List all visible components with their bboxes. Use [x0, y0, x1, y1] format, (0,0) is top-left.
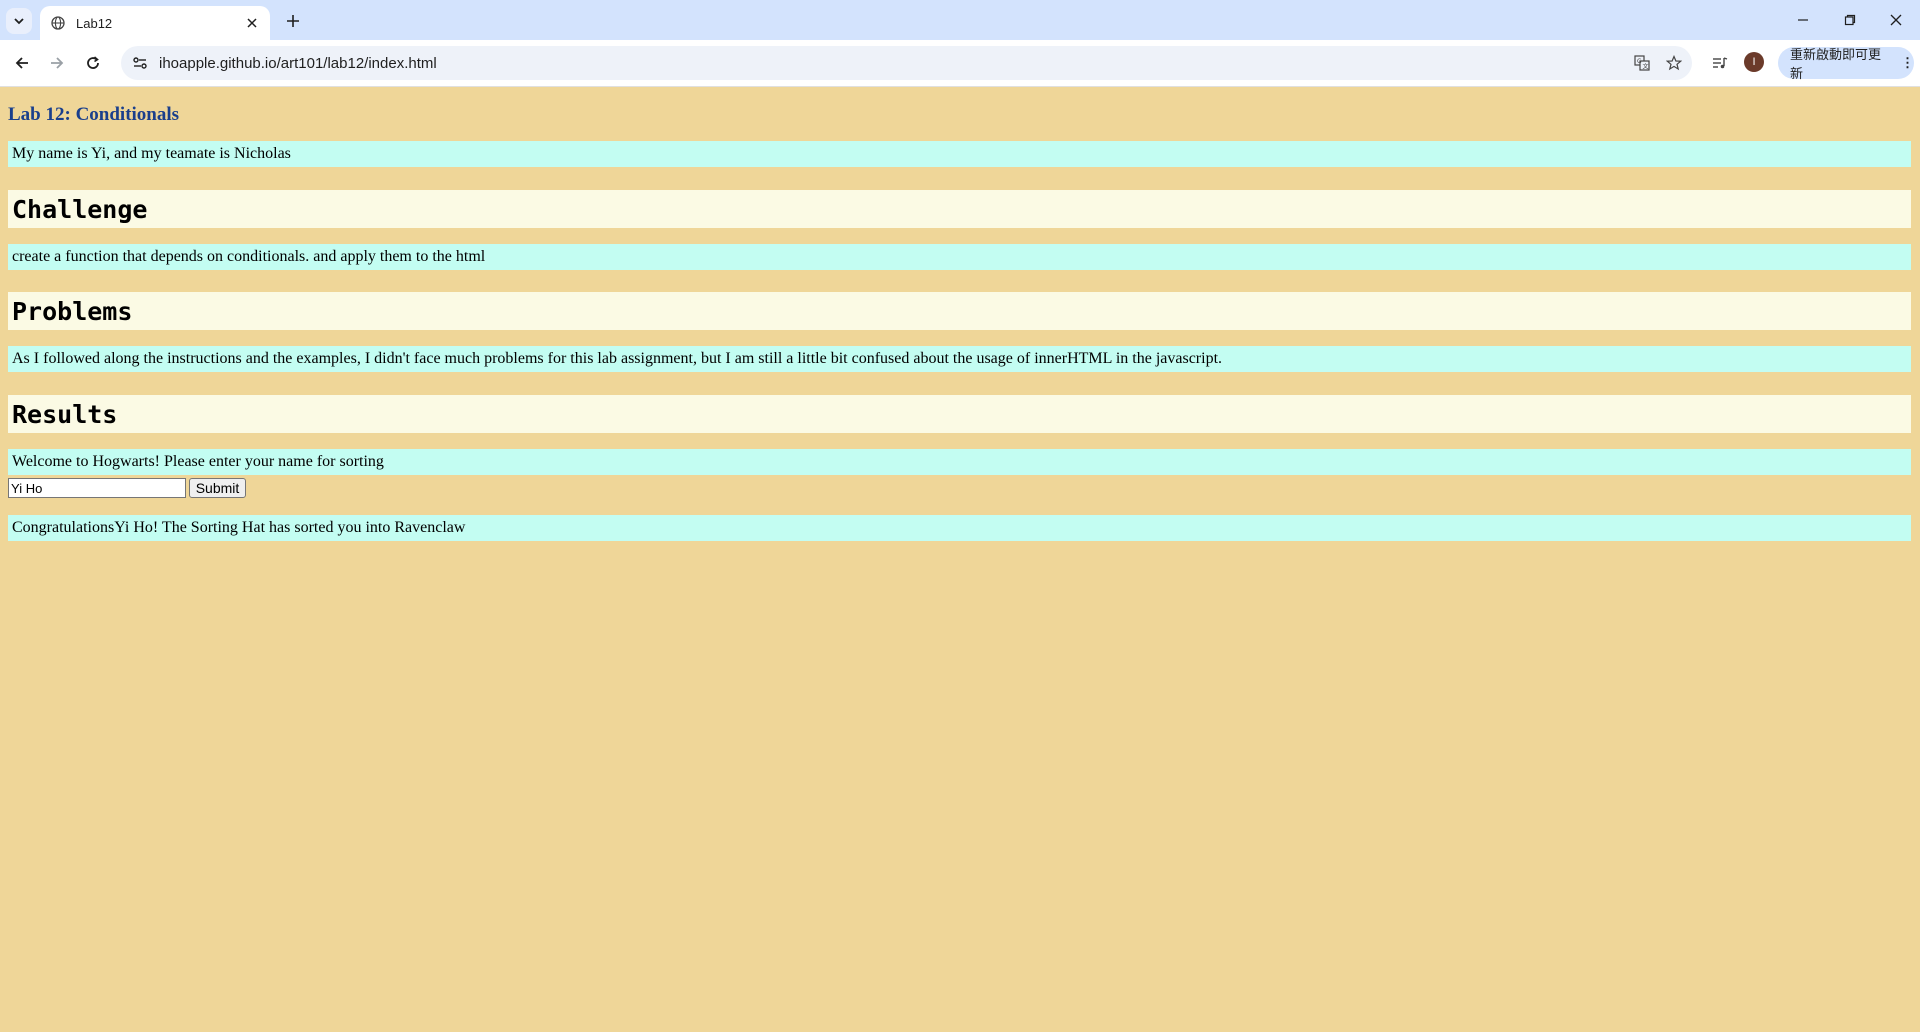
intro-text: My name is Yi, and my teamate is Nichola…	[12, 145, 291, 162]
problems-heading-text: Problems	[12, 296, 133, 326]
minimize-icon	[1798, 19, 1808, 21]
name-input[interactable]	[8, 478, 186, 498]
forward-button[interactable]	[41, 47, 73, 79]
restore-icon	[1844, 14, 1856, 26]
arrow-left-icon	[15, 57, 28, 69]
results-text: Welcome to Hogwarts! Please enter your n…	[12, 453, 384, 470]
page-content: Lab 12: Conditionals My name is Yi, and …	[0, 87, 1920, 1032]
challenge-heading: Challenge	[8, 190, 1911, 228]
tab-strip: Lab12	[0, 0, 1920, 40]
minimize-button[interactable]	[1780, 0, 1826, 40]
url-text[interactable]: ihoapple.github.io/art101/lab12/index.ht…	[159, 55, 1628, 72]
challenge-heading-text: Challenge	[12, 194, 148, 224]
chevron-down-icon	[14, 18, 24, 25]
results-heading-text: Results	[12, 399, 118, 429]
problems-text: As I followed along the instructions and…	[12, 350, 1223, 367]
bookmark-star-icon[interactable]	[1660, 49, 1688, 77]
update-label: 重新啟動即可更新	[1790, 47, 1882, 81]
svg-text:G: G	[1637, 58, 1642, 65]
close-window-button[interactable]	[1873, 0, 1919, 40]
results-paragraph: Welcome to Hogwarts! Please enter your n…	[8, 449, 1911, 475]
problems-heading: Problems	[8, 292, 1911, 330]
update-restart-button[interactable]: 重新啟動即可更新 ⋮	[1778, 47, 1914, 81]
close-icon	[1890, 14, 1902, 26]
plus-icon	[287, 15, 299, 27]
svg-text:文: 文	[1643, 63, 1649, 71]
intro-paragraph: My name is Yi, and my teamate is Nichola…	[8, 141, 1911, 167]
browser-tab[interactable]: Lab12	[40, 6, 270, 40]
arrow-right-icon	[51, 57, 64, 69]
back-button[interactable]	[6, 47, 38, 79]
close-tab-icon[interactable]	[242, 13, 262, 33]
browser-toolbar: ihoapple.github.io/art101/lab12/index.ht…	[0, 40, 1920, 87]
challenge-text: create a function that depends on condit…	[12, 248, 486, 265]
more-menu-icon[interactable]: ⋮	[1901, 55, 1914, 71]
new-tab-button[interactable]	[280, 8, 306, 34]
tab-title: Lab12	[76, 15, 113, 31]
reload-icon	[87, 56, 99, 69]
submit-button[interactable]: Submit	[189, 478, 246, 498]
tab-search-button[interactable]	[6, 8, 32, 34]
media-control-icon[interactable]	[1706, 49, 1734, 77]
challenge-paragraph: create a function that depends on condit…	[8, 244, 1911, 270]
problems-paragraph: As I followed along the instructions and…	[8, 346, 1911, 372]
page-title: Lab 12: Conditionals	[8, 104, 180, 125]
profile-initial: I	[1752, 56, 1756, 68]
site-info-icon[interactable]	[131, 54, 149, 72]
sorting-output-text: CongratulationsYi Ho! The Sorting Hat ha…	[12, 519, 466, 536]
sorting-output: CongratulationsYi Ho! The Sorting Hat ha…	[8, 515, 1911, 541]
globe-icon	[50, 15, 66, 31]
address-bar[interactable]: ihoapple.github.io/art101/lab12/index.ht…	[121, 46, 1692, 80]
reload-button[interactable]	[77, 47, 109, 79]
translate-icon[interactable]: G文	[1628, 49, 1656, 77]
profile-avatar[interactable]: I	[1744, 52, 1764, 72]
results-heading: Results	[8, 395, 1911, 433]
restore-button[interactable]	[1827, 0, 1873, 40]
